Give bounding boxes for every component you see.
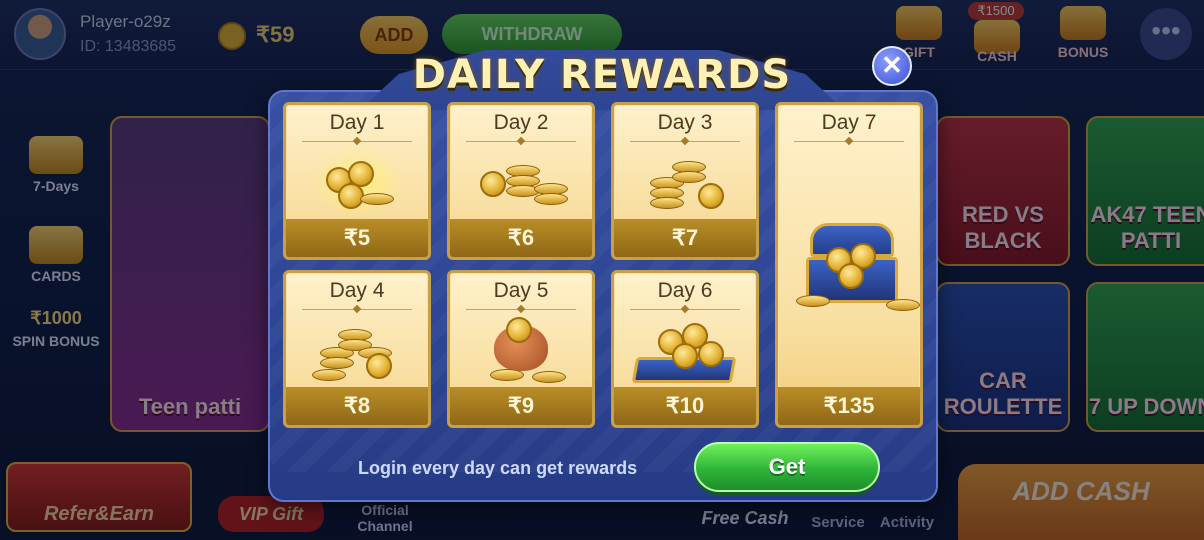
divider: [302, 309, 412, 310]
reward-card-day-4[interactable]: Day 4 ₹8: [283, 270, 431, 428]
reward-amount: ₹7: [614, 219, 756, 257]
get-button[interactable]: Get: [694, 442, 880, 492]
reward-card-day-5[interactable]: Day 5 ₹9: [447, 270, 595, 428]
close-button[interactable]: ✕: [872, 46, 912, 86]
reward-card-day-2[interactable]: Day 2 ₹6: [447, 102, 595, 260]
divider: [302, 141, 412, 142]
reward-day-label: Day 2: [493, 111, 549, 134]
reward-amount: ₹5: [286, 219, 428, 257]
reward-amount: ₹135: [778, 387, 920, 425]
reward-day-label: Day 1: [329, 111, 385, 134]
divider: [630, 309, 740, 310]
divider: [466, 309, 576, 310]
divider: [466, 141, 576, 142]
login-hint: Login every day can get rewards: [358, 458, 638, 478]
close-icon: ✕: [881, 50, 903, 80]
reward-card-day-6[interactable]: Day 6 ₹10: [611, 270, 759, 428]
reward-amount: ₹8: [286, 387, 428, 425]
treasure-chest-icon: [796, 223, 920, 311]
divider: [630, 141, 740, 142]
divider: [794, 141, 904, 142]
reward-amount: ₹6: [450, 219, 592, 257]
reward-amount: ₹10: [614, 387, 756, 425]
dialog-title: DAILY REWARDS: [412, 52, 792, 98]
reward-day-label: Day 4: [329, 279, 385, 302]
reward-card-day-3[interactable]: Day 3 ₹7: [611, 102, 759, 260]
reward-day-label: Day 7: [821, 111, 877, 134]
reward-day-label: Day 3: [657, 111, 713, 134]
reward-card-day-1[interactable]: Day 1 ₹5: [283, 102, 431, 260]
reward-card-day-7[interactable]: Day 7 ₹135: [775, 102, 923, 428]
reward-amount: ₹9: [450, 387, 592, 425]
reward-day-label: Day 6: [657, 279, 713, 302]
reward-day-label: Day 5: [493, 279, 549, 302]
